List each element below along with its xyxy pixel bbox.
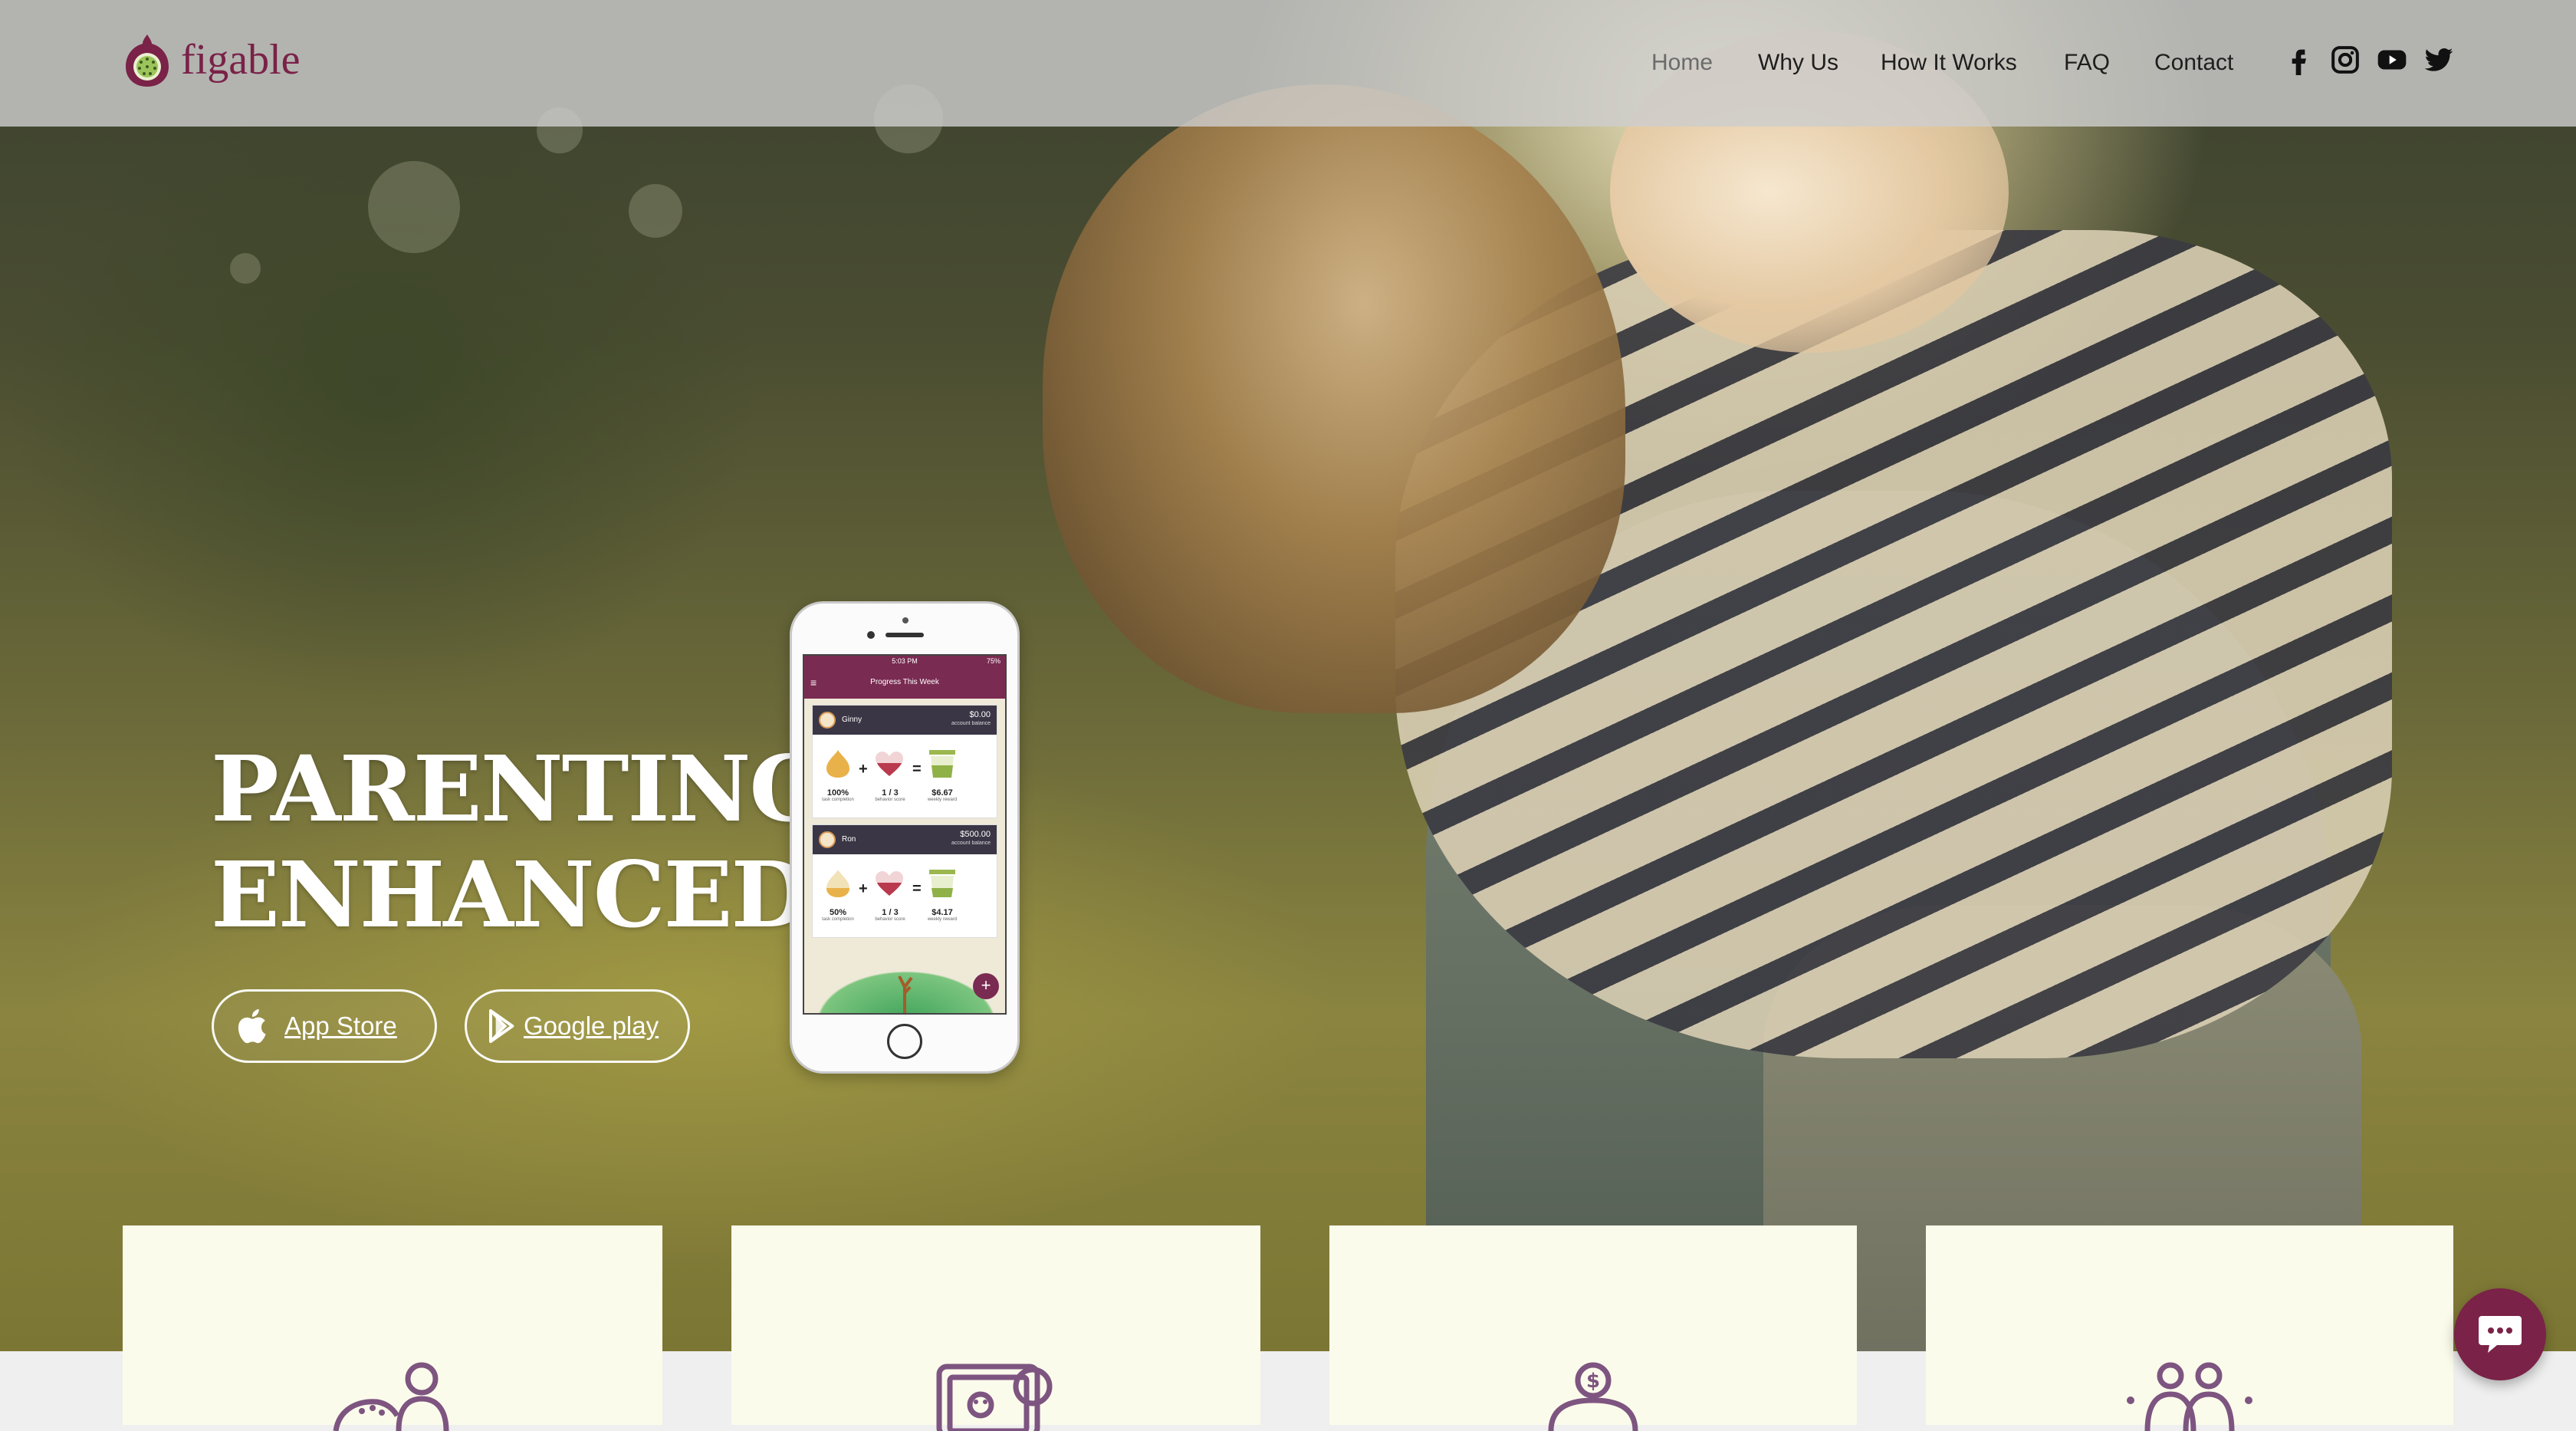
hero-headline: PARENTING. ENHANCED. [211, 735, 853, 948]
parent-child-icon [333, 1362, 449, 1431]
feature-card [731, 1225, 1260, 1431]
phone-mockup: 5:03 PM 75% ≡ Progress This Week Ginny $… [790, 601, 1020, 1074]
facebook-icon[interactable] [2283, 44, 2314, 75]
photo-video-icon [936, 1364, 1053, 1431]
site-header: figable Home Why Us How It Works FAQ Con… [0, 0, 2576, 127]
fig-metric-icon [826, 870, 849, 897]
chat-bubble-icon [2479, 1316, 2522, 1353]
child-card-metrics: + = 100% task completion 1 / 3 behavior sc… [813, 735, 997, 817]
child-card-header: Ron $500.00 account balance [813, 825, 997, 854]
child-balance: $500.00 account balance [951, 830, 991, 846]
nav-contact[interactable]: Contact [2154, 50, 2233, 76]
add-button[interactable]: + [973, 973, 999, 999]
nav-faq[interactable]: FAQ [2064, 50, 2110, 76]
apple-icon [234, 1008, 268, 1044]
headline-line-1: PARENTING. [211, 735, 853, 842]
phone-screen: 5:03 PM 75% ≡ Progress This Week Ginny $… [803, 654, 1007, 1015]
phone-sensor [867, 631, 875, 639]
status-battery: 75% [986, 657, 1001, 665]
twitter-icon[interactable] [2423, 44, 2454, 75]
feature-card [123, 1225, 662, 1431]
headline-line-2: ENHANCED. [211, 841, 836, 948]
fig-metric-icon [826, 750, 849, 778]
hero-background [0, 0, 2576, 1351]
heart-metric-icon [876, 871, 903, 896]
money-bag-icon: $ [1548, 1362, 1638, 1431]
logo[interactable]: figable [124, 29, 300, 90]
nav-how-it-works[interactable]: How It Works [1881, 50, 2017, 76]
phone-speaker [886, 633, 924, 637]
fig-logo-icon [124, 33, 170, 87]
child-card-metrics: + = 50% task completion 1 / 3 behavior sco… [813, 854, 997, 937]
nav-why-us[interactable]: Why Us [1758, 50, 1838, 76]
instagram-icon[interactable] [2330, 44, 2361, 75]
screen-title: Progress This Week [870, 678, 939, 686]
tree-icon [898, 975, 913, 1013]
child-card-header: Ginny $0.00 account balance [813, 706, 997, 735]
youtube-icon[interactable] [2377, 44, 2407, 75]
bokeh-light [230, 253, 261, 284]
child-balance: $0.00 account balance [951, 710, 991, 726]
app-store-label: App Store [284, 1012, 397, 1040]
bokeh-light [629, 184, 682, 238]
google-play-button[interactable]: Google play [465, 989, 690, 1063]
feature-card [1926, 1225, 2453, 1431]
family-icon [2127, 1362, 2252, 1431]
photo-adult-hair [1043, 84, 1625, 713]
phone-front-camera [902, 617, 909, 623]
feature-card: $ [1329, 1225, 1857, 1431]
jar-metric-icon [929, 870, 955, 897]
brand-name: figable [181, 36, 301, 84]
google-play-label: Google play [524, 1012, 659, 1040]
google-play-icon [487, 1008, 518, 1044]
child-card[interactable]: Ginny $0.00 account balance + = 100% task… [812, 705, 997, 818]
heart-metric-icon [876, 752, 903, 776]
child-avatar-icon [819, 712, 836, 729]
status-bar: 5:03 PM 75% [804, 656, 1005, 666]
app-store-button[interactable]: App Store [212, 989, 437, 1063]
child-avatar-icon [819, 831, 836, 848]
chat-widget-button[interactable] [2454, 1288, 2546, 1380]
menu-icon[interactable]: ≡ [810, 666, 816, 699]
jar-metric-icon [929, 750, 955, 778]
child-name: Ginny [842, 716, 863, 724]
child-card[interactable]: Ron $500.00 account balance + = 50% task … [812, 824, 997, 938]
bokeh-light [368, 161, 460, 253]
nav-home[interactable]: Home [1651, 50, 1713, 76]
phone-home-button [887, 1024, 922, 1059]
svg-text:$: $ [1586, 1370, 1600, 1393]
status-time: 5:03 PM [892, 657, 918, 665]
screen-title-bar: ≡ Progress This Week [804, 666, 1005, 699]
child-name: Ron [842, 835, 856, 844]
